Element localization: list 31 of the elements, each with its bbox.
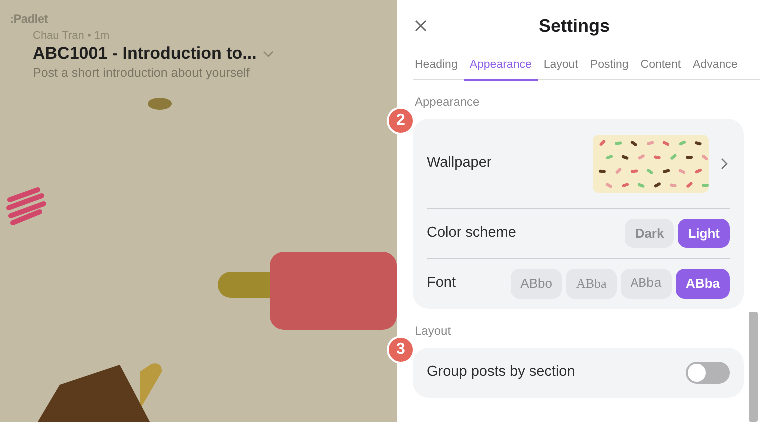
font-option[interactable]: ABba (566, 269, 617, 299)
scribble-drawing (6, 188, 46, 226)
section-heading: Appearance (415, 94, 481, 111)
board-title: ABC1001 - Introduction to... (33, 43, 257, 65)
setting-label: Color scheme (427, 224, 518, 243)
section-heading: Layout (415, 323, 452, 340)
wallpaper-thumbnail[interactable] (593, 134, 709, 192)
scheme-option[interactable]: Light (678, 218, 730, 248)
setting-label: Font (427, 274, 458, 294)
chevron-right-icon[interactable] (721, 158, 728, 170)
font-option[interactable]: ABba (620, 269, 672, 299)
tab[interactable]: Layout (538, 52, 584, 80)
tab[interactable]: Posting (584, 52, 635, 80)
setting-label: Wallpaper (427, 154, 493, 173)
step-marker: 3 (387, 336, 415, 364)
board-description: Post a short introduction about yourself (33, 65, 251, 81)
scrollbar[interactable] (749, 312, 758, 422)
scheme-option[interactable]: Dark (625, 218, 674, 248)
setting-label: Group posts by section (427, 363, 576, 382)
font-option[interactable]: ABba (676, 269, 730, 299)
font-option[interactable]: ABbo (510, 269, 562, 299)
tab[interactable]: Content (634, 52, 688, 80)
tab[interactable]: Heading (413, 52, 464, 80)
step-marker: 2 (387, 107, 415, 135)
close-button[interactable] (413, 18, 429, 34)
tab[interactable]: Appearance (464, 52, 538, 80)
tab[interactable]: Advance (687, 52, 744, 80)
popsicle-drawing (148, 98, 172, 110)
panel-title: Settings (538, 14, 611, 38)
chevron-down-icon[interactable] (262, 51, 274, 58)
toggle-switch[interactable] (686, 362, 730, 384)
